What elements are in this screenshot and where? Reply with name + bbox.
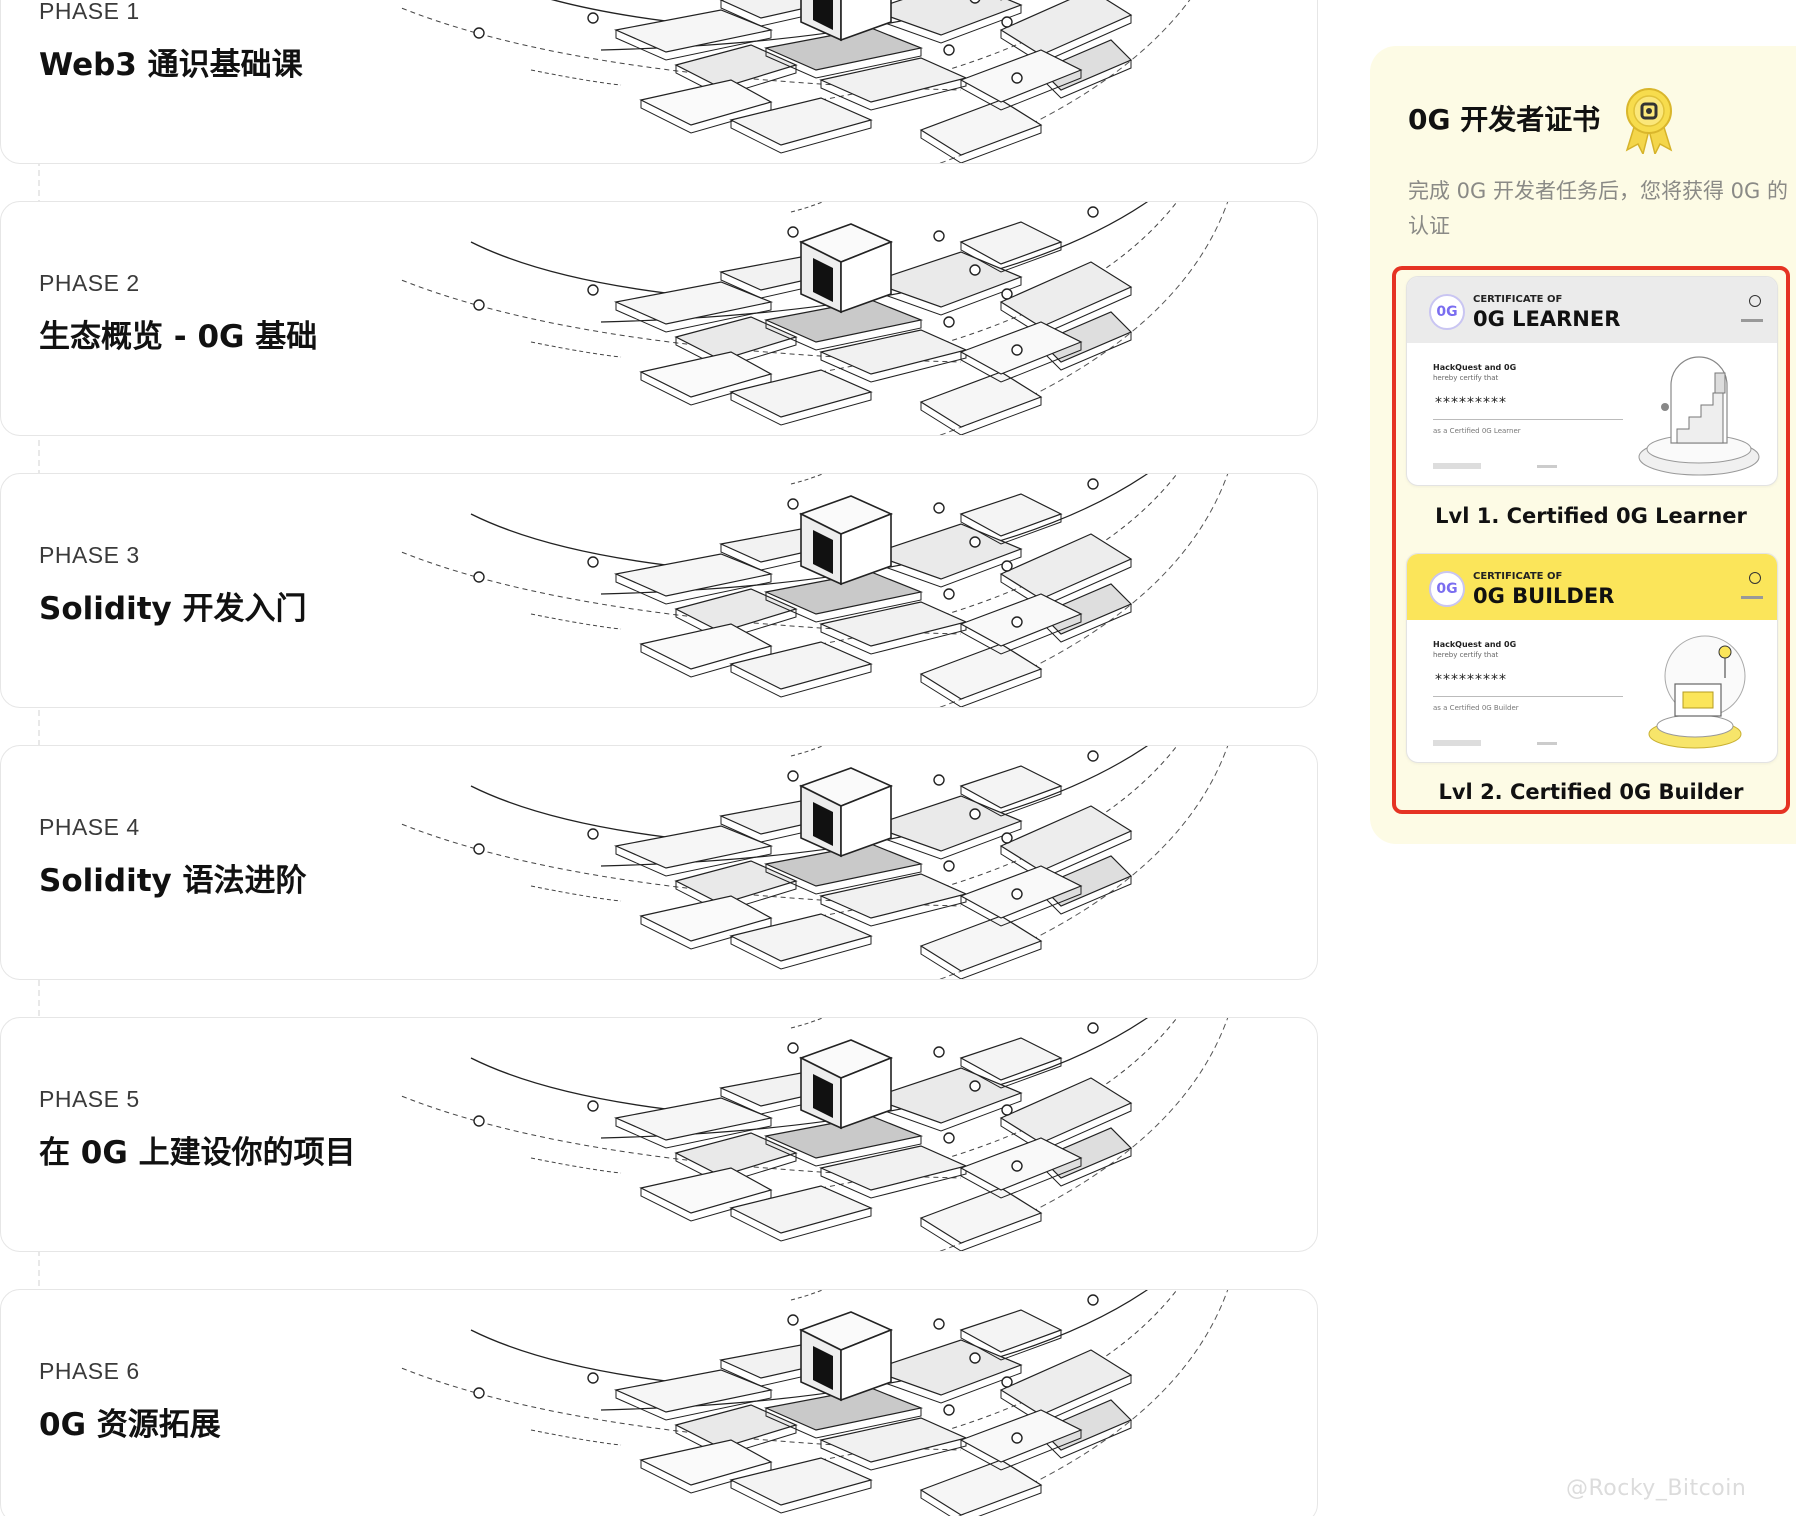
certificate-hereby: hereby certify that bbox=[1433, 651, 1499, 659]
phase-title: Web3 通识基础课 bbox=[39, 47, 303, 83]
phase-title: Solidity 开发入门 bbox=[39, 591, 307, 627]
phase-card-6[interactable]: PHASE 6 0G 资源拓展 bbox=[0, 1289, 1318, 1516]
staircase-illustration bbox=[1638, 356, 1760, 476]
certificate-type: 0G BUILDER bbox=[1473, 584, 1615, 608]
phase-illustration bbox=[401, 202, 1229, 435]
certificate-caption-builder: Lvl 2. Certified 0G Builder bbox=[1438, 780, 1744, 804]
phase-card-5[interactable]: PHASE 5 在 0G 上建设你的项目 bbox=[0, 1017, 1318, 1252]
certificate-of-label: CERTIFICATE OF bbox=[1473, 571, 1563, 582]
seal-icon bbox=[1749, 572, 1761, 584]
certificate-as-text: as a Certified 0G Learner bbox=[1433, 427, 1521, 435]
phase-label: PHASE 1 bbox=[39, 0, 140, 24]
signature-mark bbox=[1433, 463, 1481, 469]
certificate-of-label: CERTIFICATE OF bbox=[1473, 294, 1563, 305]
builder-illustration bbox=[1648, 635, 1746, 749]
certificate-recipient: ********* bbox=[1435, 672, 1507, 688]
certificate-header: 0G CERTIFICATE OF 0G BUILDER bbox=[1407, 554, 1777, 620]
divider bbox=[1433, 696, 1623, 697]
certificate-card-builder[interactable]: 0G CERTIFICATE OF 0G BUILDER HackQuest a… bbox=[1406, 553, 1778, 763]
certificate-card-learner[interactable]: 0G CERTIFICATE OF 0G LEARNER HackQuest a… bbox=[1406, 276, 1778, 486]
certificate-as-text: as a Certified 0G Builder bbox=[1433, 704, 1519, 712]
phase-title: Solidity 语法进阶 bbox=[39, 863, 307, 899]
phase-label: PHASE 3 bbox=[39, 542, 140, 568]
certificate-heading: 0G 开发者证书 bbox=[1408, 103, 1601, 136]
certificate-issuer: HackQuest and 0G bbox=[1433, 363, 1517, 372]
certificate-header: 0G CERTIFICATE OF 0G LEARNER bbox=[1407, 277, 1777, 343]
phase-illustration bbox=[401, 746, 1229, 979]
certificate-recipient: ********* bbox=[1435, 395, 1507, 411]
og-logo: 0G bbox=[1429, 571, 1465, 607]
signature-mark bbox=[1433, 740, 1481, 746]
medal-icon bbox=[1625, 88, 1673, 154]
phase-card-1[interactable]: PHASE 1 Web3 通识基础课 bbox=[0, 0, 1318, 164]
phase-label: PHASE 6 bbox=[39, 1358, 140, 1384]
phase-card-2[interactable]: PHASE 2 生态概览 - 0G 基础 bbox=[0, 201, 1318, 436]
phase-label: PHASE 5 bbox=[39, 1086, 140, 1112]
phase-illustration bbox=[401, 1018, 1229, 1251]
phase-label: PHASE 4 bbox=[39, 814, 140, 840]
watermark: @Rocky_Bitcoin bbox=[1566, 1476, 1747, 1501]
certificate-issuer: HackQuest and 0G bbox=[1433, 640, 1517, 649]
og-logo: 0G bbox=[1429, 294, 1465, 330]
hackquest-logo bbox=[1741, 596, 1763, 599]
phase-illustration bbox=[401, 1290, 1229, 1516]
certificate-caption-learner: Lvl 1. Certified 0G Learner bbox=[1435, 504, 1747, 528]
phase-card-4[interactable]: PHASE 4 Solidity 语法进阶 bbox=[0, 745, 1318, 980]
date-mark bbox=[1537, 742, 1557, 745]
seal-icon bbox=[1749, 295, 1761, 307]
hackquest-logo bbox=[1741, 319, 1763, 322]
certificate-type: 0G LEARNER bbox=[1473, 307, 1621, 331]
phase-card-3[interactable]: PHASE 3 Solidity 开发入门 bbox=[0, 473, 1318, 708]
phase-illustration bbox=[401, 474, 1229, 707]
certificate-description: 完成 0G 开发者任务后，您将获得 0G 的认证 bbox=[1408, 179, 1788, 238]
phase-title: 生态概览 - 0G 基础 bbox=[39, 319, 318, 355]
phase-title: 0G 资源拓展 bbox=[39, 1407, 221, 1443]
divider bbox=[1433, 419, 1623, 420]
phase-title: 在 0G 上建设你的项目 bbox=[39, 1135, 356, 1171]
date-mark bbox=[1537, 465, 1557, 468]
phase-label: PHASE 2 bbox=[39, 270, 140, 296]
certificate-hereby: hereby certify that bbox=[1433, 374, 1499, 382]
phase-illustration bbox=[401, 0, 1191, 163]
page: PHASE 1 Web3 通识基础课 PHASE 2 生态概览 - 0G 基础 … bbox=[0, 0, 1796, 1516]
